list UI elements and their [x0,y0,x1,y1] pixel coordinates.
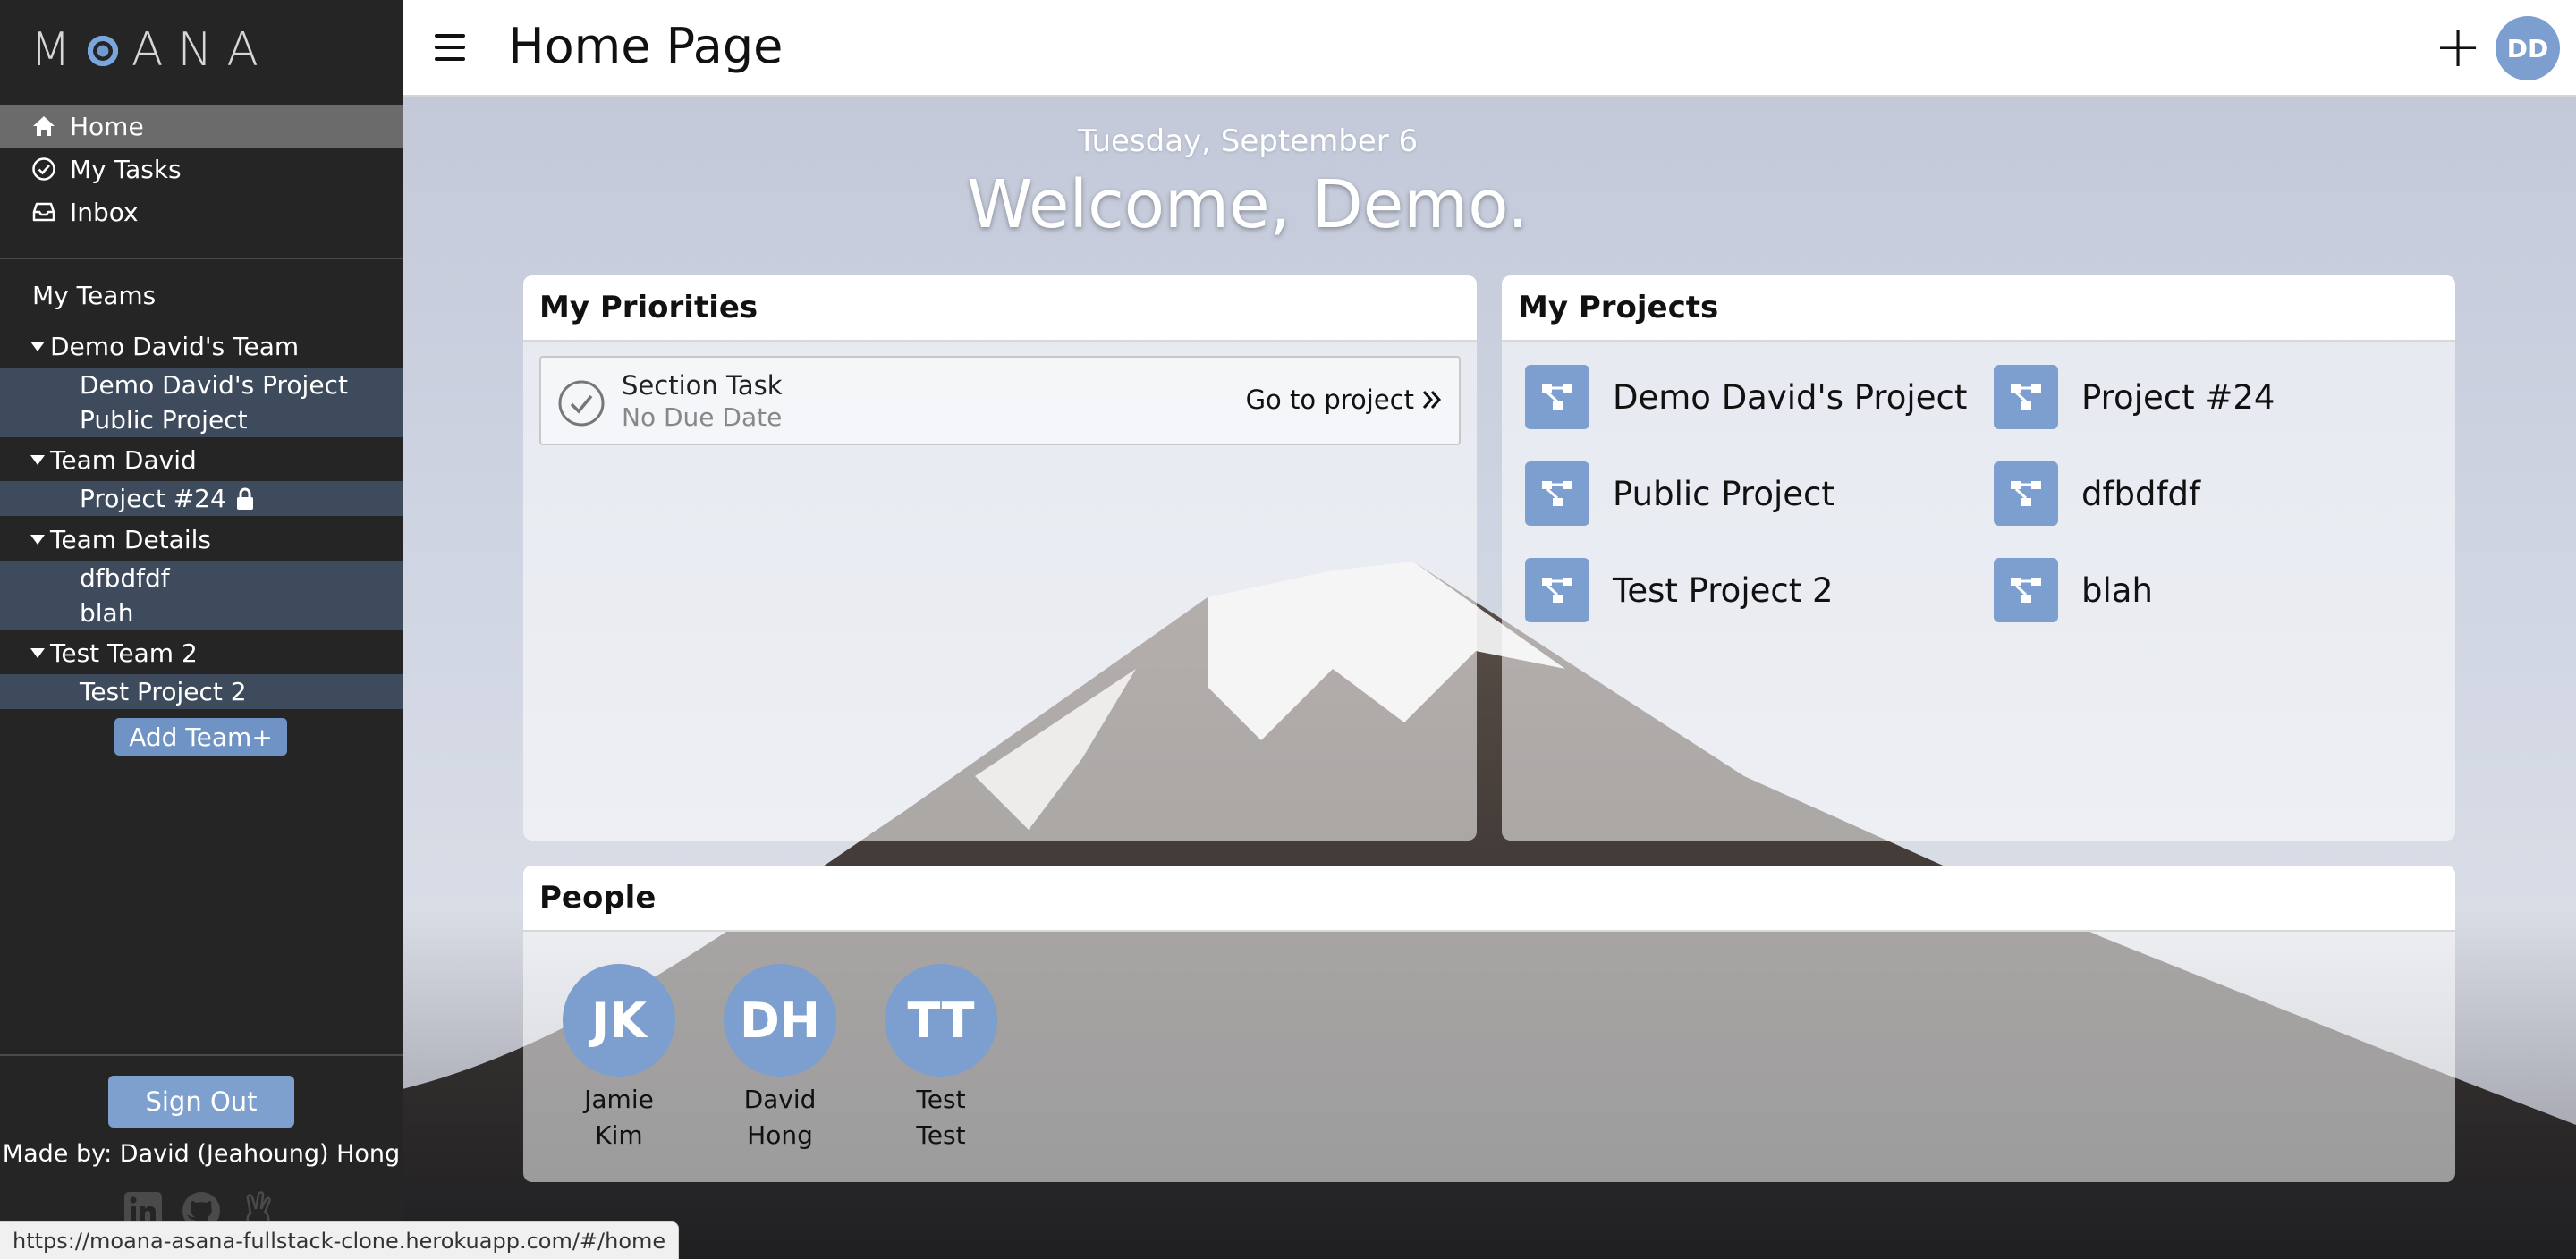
nav-my-tasks[interactable]: My Tasks [0,148,402,190]
check-circle-icon [30,156,57,182]
person-name: Jamie Kim [547,1082,691,1153]
team-projects: Demo David's Project Public Project [0,368,402,437]
project-name: Public Project [1613,474,1835,513]
person-first-name: Jamie [584,1085,654,1114]
project-name: Test Project 2 [1613,570,1834,610]
project-icon [1525,365,1589,429]
status-bar-url: https://moana-asana-fullstack-clone.hero… [0,1221,680,1259]
task-title: Section Task [622,370,783,401]
made-by-credit: Made by: David (Jeahoung) Hong [2,1140,401,1168]
sidebar-project[interactable]: Test Project 2 [0,674,402,709]
card-title: People [523,866,2455,932]
sidebar-project[interactable]: dfbdfdf [0,561,402,596]
my-teams-heading: My Teams [32,281,157,310]
page-title: Home Page [508,18,784,74]
priority-task[interactable]: Section Task No Due Date Go to project [539,356,1461,445]
sidebar-project[interactable]: blah [0,596,402,630]
project-tile[interactable]: Demo David's Project [1525,365,1967,429]
project-icon [1525,558,1589,622]
team-name: Demo David's Team [50,331,300,361]
card-title: My Projects [1502,275,2455,342]
double-chevron-right-icon [1421,389,1443,410]
project-tile[interactable]: Public Project [1525,461,1835,526]
person-david-hong[interactable]: DH David Hong [708,964,852,1153]
project-icon [1525,461,1589,526]
person-test-test[interactable]: TT Test Test [869,964,1013,1153]
project-name: Project #24 [2081,377,2275,417]
task-complete-icon[interactable] [557,379,606,427]
team-name: Team Details [50,524,211,554]
project-icon [1994,558,2058,622]
team-name: Test Team 2 [50,638,198,668]
person-name: Test Test [869,1082,1013,1153]
project-tile[interactable]: Project #24 [1994,365,2275,429]
moana-logo[interactable]: M ANA [30,23,273,77]
project-tile[interactable]: dfbdfdf [1994,461,2200,526]
team-projects: Test Project 2 [0,674,402,709]
project-tile[interactable]: Test Project 2 [1525,558,1834,622]
person-last-name: Hong [747,1120,813,1150]
project-name: blah [2081,570,2153,610]
home-icon [30,113,57,139]
caret-down-icon [30,341,45,351]
caret-down-icon [30,647,45,658]
top-header: Home Page + DD [402,0,2576,97]
add-button[interactable]: + [2431,18,2485,77]
nav-home[interactable]: Home [0,105,402,148]
person-first-name: David [743,1085,817,1114]
team-projects: dfbdfdf blah [0,561,402,630]
sidebar-divider [0,1054,402,1056]
avatar: JK [563,964,675,1077]
lock-icon [235,487,255,511]
project-icon [1994,461,2058,526]
nav-label: Home [70,111,144,141]
logo-text: M ANA [30,23,273,77]
welcome-heading: Welcome, Demo. [967,166,1529,243]
sidebar: M ANA Home My Tasks Inbox My Teams Demo D… [0,0,402,1259]
project-name: Demo David's Project [1613,377,1968,417]
sidebar-divider [0,258,402,259]
user-avatar[interactable]: DD [2496,16,2560,80]
team-demo-davids-team[interactable]: Demo David's Team [30,327,299,365]
my-projects-card: My Projects Demo David's Project Project… [1502,275,2455,841]
people-card: People JK Jamie Kim DH David Hong TT Tes… [523,866,2455,1182]
sidebar-project[interactable]: Project #24 [0,481,402,516]
caret-down-icon [30,534,45,545]
caret-down-icon [30,454,45,465]
avatar: DH [724,964,836,1077]
nav-inbox[interactable]: Inbox [0,190,402,233]
go-to-project-link[interactable]: Go to project [1246,384,1443,415]
add-team-button[interactable]: Add Team+ [114,718,287,756]
person-last-name: Kim [595,1120,643,1150]
card-title: My Priorities [523,275,1477,342]
hamburger-menu-icon[interactable] [435,34,465,61]
sidebar-project[interactable]: Demo David's Project [0,368,402,402]
sign-out-button[interactable]: Sign Out [108,1076,294,1128]
team-team-details[interactable]: Team Details [30,520,211,558]
inbox-icon [30,199,57,225]
team-projects: Project #24 [0,481,402,516]
avatar: TT [885,964,997,1077]
sidebar-project[interactable]: Public Project [0,402,402,437]
sidebar-project-label: Project #24 [80,484,226,513]
team-team-david[interactable]: Team David [30,441,197,478]
my-priorities-card: My Priorities Section Task No Due Date G… [523,275,1477,841]
nav-label: Inbox [70,197,139,227]
task-due-date: No Due Date [622,402,783,432]
person-last-name: Test [916,1120,966,1150]
project-name: dfbdfdf [2081,474,2201,513]
project-tile[interactable]: blah [1994,558,2153,622]
home-main: Tuesday, September 6 Welcome, Demo. My P… [402,97,2576,1259]
team-name: Team David [50,444,197,475]
person-jamie-kim[interactable]: JK Jamie Kim [547,964,691,1153]
nav-label: My Tasks [70,154,182,184]
person-first-name: Test [916,1085,966,1114]
today-date: Tuesday, September 6 [1077,123,1419,159]
team-test-team-2[interactable]: Test Team 2 [30,634,198,672]
swirl-icon [84,33,121,69]
project-icon [1994,365,2058,429]
person-name: David Hong [708,1082,852,1153]
go-to-project-label: Go to project [1245,384,1414,415]
